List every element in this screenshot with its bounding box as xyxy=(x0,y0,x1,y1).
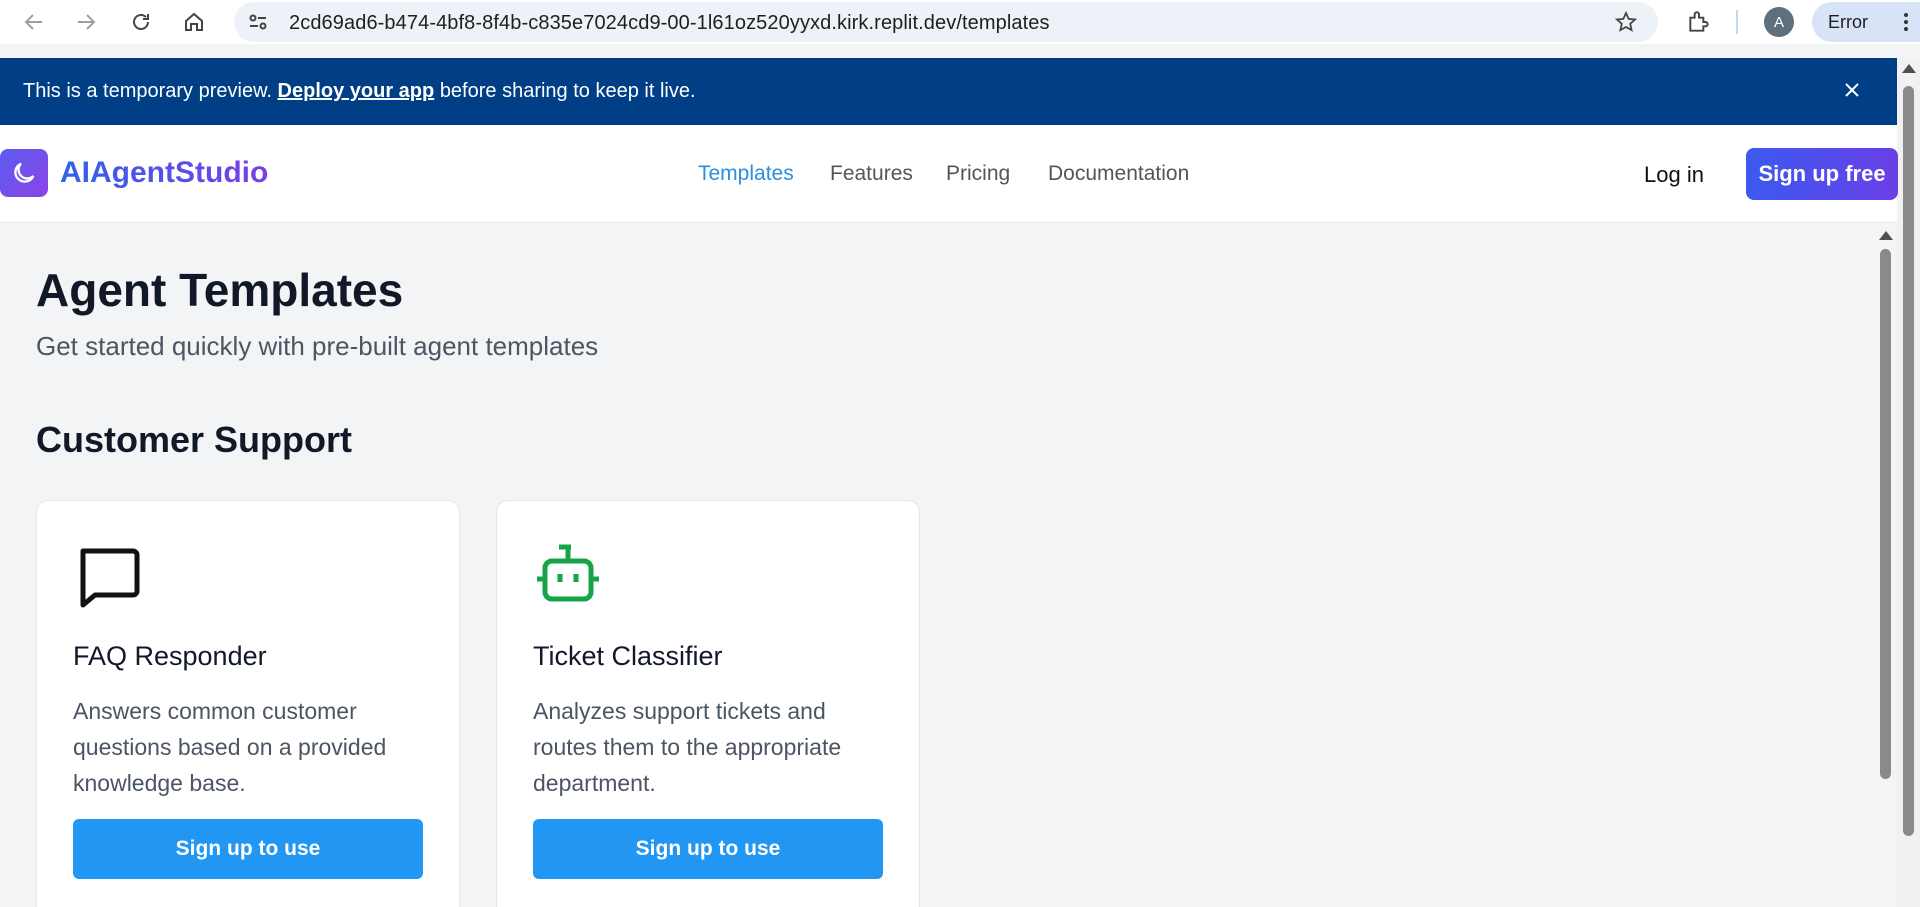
error-button[interactable]: Error xyxy=(1812,2,1920,42)
reload-button[interactable] xyxy=(121,2,161,42)
star-icon[interactable] xyxy=(1614,10,1638,34)
preview-banner: This is a temporary preview. Deploy your… xyxy=(0,58,1897,125)
banner-text-after: before sharing to keep it live. xyxy=(439,80,696,102)
more-icon[interactable] xyxy=(1904,13,1908,31)
profile-avatar[interactable]: A xyxy=(1764,7,1794,37)
scroll-up-arrow-icon[interactable] xyxy=(1902,64,1916,73)
page-title: Agent Templates xyxy=(36,264,404,316)
section-title: Customer Support xyxy=(36,419,353,460)
page-scrollbar[interactable] xyxy=(1897,58,1920,907)
moon-icon xyxy=(14,162,35,183)
nav-pricing[interactable]: Pricing xyxy=(946,162,1010,186)
reload-icon xyxy=(133,14,149,30)
card-title: FAQ Responder xyxy=(73,641,267,671)
back-icon xyxy=(24,14,42,30)
banner-text-before: This is a temporary preview. xyxy=(23,80,272,102)
home-icon xyxy=(185,12,203,31)
url-text[interactable]: 2cd69ad6-b474-4bf8-8f4b-c835e7024cd9-00-… xyxy=(289,12,1050,35)
scroll-thumb[interactable] xyxy=(1903,86,1914,836)
site-header: AIAgentStudio Templates Features Pricing… xyxy=(0,125,1898,223)
card-description: Analyzes support tickets and routes them… xyxy=(533,698,842,796)
site-info-icon[interactable] xyxy=(246,10,270,34)
signup-button[interactable]: Sign up free xyxy=(1746,148,1898,200)
banner-text: This is a temporary preview. Deploy your… xyxy=(23,80,696,103)
sign-up-to-use-button[interactable]: Sign up to use xyxy=(73,819,423,879)
template-card-faq-responder: FAQ Responder Answers common customer qu… xyxy=(36,500,460,907)
error-label: Error xyxy=(1828,11,1868,32)
forward-button[interactable] xyxy=(66,2,106,42)
template-card-ticket-classifier: Ticket Classifier Analyzes support ticke… xyxy=(496,500,920,907)
toolbar-divider xyxy=(1736,10,1738,34)
logo-mark[interactable] xyxy=(0,149,48,197)
brand-name[interactable]: AIAgentStudio xyxy=(60,156,268,190)
extensions-icon[interactable] xyxy=(1686,9,1712,35)
card-description: Answers common customer questions based … xyxy=(73,698,387,796)
sign-up-to-use-button[interactable]: Sign up to use xyxy=(533,819,883,879)
card-title: Ticket Classifier xyxy=(533,641,723,671)
scroll-up-arrow-icon[interactable] xyxy=(1879,231,1893,240)
login-link[interactable]: Log in xyxy=(1644,162,1704,188)
nav-templates[interactable]: Templates xyxy=(698,162,794,186)
content-scrollbar[interactable] xyxy=(1874,223,1897,907)
browser-toolbar: 2cd69ad6-b474-4bf8-8f4b-c835e7024cd9-00-… xyxy=(0,0,1920,44)
address-bar[interactable]: 2cd69ad6-b474-4bf8-8f4b-c835e7024cd9-00-… xyxy=(234,2,1658,42)
close-icon[interactable] xyxy=(1840,78,1864,102)
nav-features[interactable]: Features xyxy=(830,162,913,186)
forward-icon xyxy=(78,14,96,30)
scroll-thumb[interactable] xyxy=(1880,249,1891,779)
nav-documentation[interactable]: Documentation xyxy=(1048,162,1189,186)
page-subtitle: Get started quickly with pre-built agent… xyxy=(36,331,599,361)
main-content: Agent Templates Get started quickly with… xyxy=(0,223,1874,907)
home-button[interactable] xyxy=(174,2,214,42)
back-button[interactable] xyxy=(14,2,54,42)
message-square-icon xyxy=(80,548,140,608)
bot-icon xyxy=(537,544,599,602)
deploy-link[interactable]: Deploy your app xyxy=(278,80,435,102)
